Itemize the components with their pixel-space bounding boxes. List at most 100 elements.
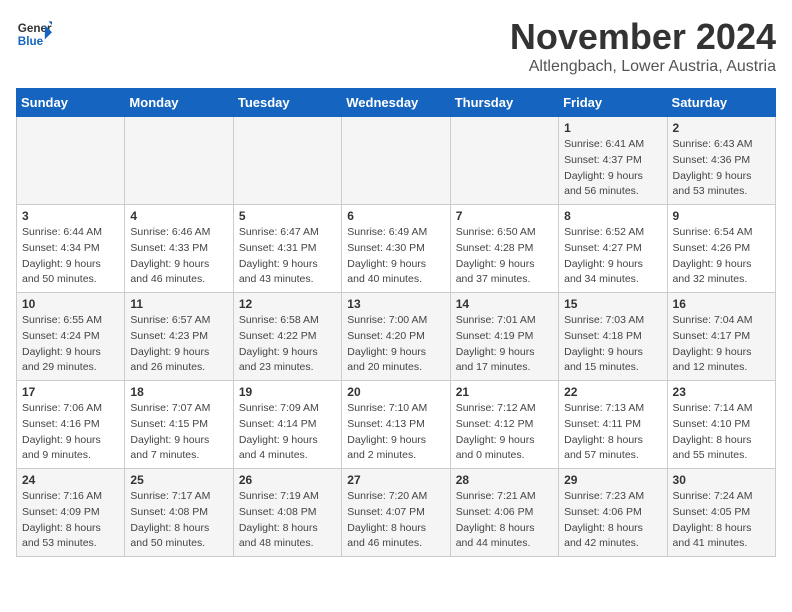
calendar-cell: 20 Sunrise: 7:10 AM Sunset: 4:13 PM Dayli… <box>342 381 450 469</box>
day-number: 12 <box>239 297 336 311</box>
calendar-cell: 15Sunrise: 7:03 AM Sunset: 4:18 PM Dayli… <box>559 293 667 381</box>
calendar-cell: 5 Sunrise: 6:47 AM Sunset: 4:31 PM Daylig… <box>233 205 341 293</box>
calendar-cell: 28 Sunrise: 7:21 AM Sunset: 4:06 PM Dayli… <box>450 469 558 557</box>
day-detail: Sunrise: 7:10 AM Sunset: 4:13 PM Dayligh… <box>347 401 444 464</box>
day-detail: Sunrise: 7:00 AM Sunset: 4:20 PM Dayligh… <box>347 313 444 376</box>
day-number: 17 <box>22 385 119 399</box>
month-title: November 2024 <box>510 16 776 58</box>
day-detail: Sunrise: 7:14 AM Sunset: 4:10 PM Dayligh… <box>673 401 770 464</box>
calendar-cell: 1Sunrise: 6:41 AM Sunset: 4:37 PM Daylig… <box>559 117 667 205</box>
calendar-cell <box>125 117 233 205</box>
calendar-cell: 29 Sunrise: 7:23 AM Sunset: 4:06 PM Dayli… <box>559 469 667 557</box>
calendar-cell: 26 Sunrise: 7:19 AM Sunset: 4:08 PM Dayli… <box>233 469 341 557</box>
day-number: 23 <box>673 385 770 399</box>
day-detail: Sunrise: 6:43 AM Sunset: 4:36 PM Dayligh… <box>673 137 770 200</box>
day-detail: Sunrise: 6:49 AM Sunset: 4:30 PM Dayligh… <box>347 225 444 288</box>
calendar-cell: 3 Sunrise: 6:44 AM Sunset: 4:34 PM Daylig… <box>17 205 125 293</box>
calendar-cell <box>450 117 558 205</box>
day-number: 6 <box>347 209 444 223</box>
day-detail: Sunrise: 7:21 AM Sunset: 4:06 PM Dayligh… <box>456 489 553 552</box>
page-header: General Blue November 2024 Altlengbach, … <box>16 16 776 76</box>
day-number: 11 <box>130 297 227 311</box>
calendar-cell: 8Sunrise: 6:52 AM Sunset: 4:27 PM Daylig… <box>559 205 667 293</box>
day-detail: Sunrise: 6:46 AM Sunset: 4:33 PM Dayligh… <box>130 225 227 288</box>
day-number: 16 <box>673 297 770 311</box>
calendar-cell: 22 Sunrise: 7:13 AM Sunset: 4:11 PM Dayli… <box>559 381 667 469</box>
calendar-cell: 27Sunrise: 7:20 AM Sunset: 4:07 PM Dayli… <box>342 469 450 557</box>
calendar-cell <box>17 117 125 205</box>
day-number: 30 <box>673 473 770 487</box>
calendar-cell: 16 Sunrise: 7:04 AM Sunset: 4:17 PM Dayli… <box>667 293 775 381</box>
day-detail: Sunrise: 7:16 AM Sunset: 4:09 PM Dayligh… <box>22 489 119 552</box>
day-number: 25 <box>130 473 227 487</box>
calendar-cell: 30 Sunrise: 7:24 AM Sunset: 4:05 PM Dayli… <box>667 469 775 557</box>
logo-icon: General Blue <box>16 16 52 52</box>
day-number: 21 <box>456 385 553 399</box>
calendar-cell <box>342 117 450 205</box>
calendar-cell: 7 Sunrise: 6:50 AM Sunset: 4:28 PM Daylig… <box>450 205 558 293</box>
calendar-cell: 18Sunrise: 7:07 AM Sunset: 4:15 PM Dayli… <box>125 381 233 469</box>
day-number: 24 <box>22 473 119 487</box>
day-detail: Sunrise: 7:23 AM Sunset: 4:06 PM Dayligh… <box>564 489 661 552</box>
svg-text:Blue: Blue <box>18 35 44 48</box>
title-area: November 2024 Altlengbach, Lower Austria… <box>510 16 776 76</box>
day-detail: Sunrise: 6:47 AM Sunset: 4:31 PM Dayligh… <box>239 225 336 288</box>
day-number: 20 <box>347 385 444 399</box>
day-detail: Sunrise: 7:24 AM Sunset: 4:05 PM Dayligh… <box>673 489 770 552</box>
calendar-cell: 9Sunrise: 6:54 AM Sunset: 4:26 PM Daylig… <box>667 205 775 293</box>
day-number: 22 <box>564 385 661 399</box>
location-title: Altlengbach, Lower Austria, Austria <box>510 58 776 76</box>
weekday-header: Tuesday <box>233 89 341 117</box>
day-number: 7 <box>456 209 553 223</box>
calendar-week-row: 10Sunrise: 6:55 AM Sunset: 4:24 PM Dayli… <box>17 293 776 381</box>
day-detail: Sunrise: 7:19 AM Sunset: 4:08 PM Dayligh… <box>239 489 336 552</box>
calendar-cell: 10Sunrise: 6:55 AM Sunset: 4:24 PM Dayli… <box>17 293 125 381</box>
logo: General Blue <box>16 16 52 52</box>
calendar-week-row: 24 Sunrise: 7:16 AM Sunset: 4:09 PM Dayli… <box>17 469 776 557</box>
day-number: 4 <box>130 209 227 223</box>
weekday-header: Saturday <box>667 89 775 117</box>
day-detail: Sunrise: 6:55 AM Sunset: 4:24 PM Dayligh… <box>22 313 119 376</box>
calendar-cell: 19Sunrise: 7:09 AM Sunset: 4:14 PM Dayli… <box>233 381 341 469</box>
day-detail: Sunrise: 7:12 AM Sunset: 4:12 PM Dayligh… <box>456 401 553 464</box>
day-detail: Sunrise: 6:54 AM Sunset: 4:26 PM Dayligh… <box>673 225 770 288</box>
calendar-cell: 4 Sunrise: 6:46 AM Sunset: 4:33 PM Daylig… <box>125 205 233 293</box>
day-number: 28 <box>456 473 553 487</box>
calendar-cell: 23 Sunrise: 7:14 AM Sunset: 4:10 PM Dayli… <box>667 381 775 469</box>
calendar-cell <box>233 117 341 205</box>
day-number: 2 <box>673 121 770 135</box>
calendar-cell: 14 Sunrise: 7:01 AM Sunset: 4:19 PM Dayli… <box>450 293 558 381</box>
weekday-header: Wednesday <box>342 89 450 117</box>
calendar-table: SundayMondayTuesdayWednesdayThursdayFrid… <box>16 88 776 557</box>
day-number: 26 <box>239 473 336 487</box>
calendar-cell: 11 Sunrise: 6:57 AM Sunset: 4:23 PM Dayli… <box>125 293 233 381</box>
calendar-cell: 12 Sunrise: 6:58 AM Sunset: 4:22 PM Dayli… <box>233 293 341 381</box>
day-detail: Sunrise: 6:58 AM Sunset: 4:22 PM Dayligh… <box>239 313 336 376</box>
day-number: 13 <box>347 297 444 311</box>
day-detail: Sunrise: 7:06 AM Sunset: 4:16 PM Dayligh… <box>22 401 119 464</box>
day-number: 5 <box>239 209 336 223</box>
calendar-header-row: SundayMondayTuesdayWednesdayThursdayFrid… <box>17 89 776 117</box>
day-detail: Sunrise: 6:44 AM Sunset: 4:34 PM Dayligh… <box>22 225 119 288</box>
day-detail: Sunrise: 7:17 AM Sunset: 4:08 PM Dayligh… <box>130 489 227 552</box>
calendar-week-row: 3 Sunrise: 6:44 AM Sunset: 4:34 PM Daylig… <box>17 205 776 293</box>
day-detail: Sunrise: 7:03 AM Sunset: 4:18 PM Dayligh… <box>564 313 661 376</box>
day-detail: Sunrise: 6:52 AM Sunset: 4:27 PM Dayligh… <box>564 225 661 288</box>
day-detail: Sunrise: 7:13 AM Sunset: 4:11 PM Dayligh… <box>564 401 661 464</box>
day-detail: Sunrise: 7:09 AM Sunset: 4:14 PM Dayligh… <box>239 401 336 464</box>
calendar-week-row: 1Sunrise: 6:41 AM Sunset: 4:37 PM Daylig… <box>17 117 776 205</box>
day-number: 1 <box>564 121 661 135</box>
day-detail: Sunrise: 7:04 AM Sunset: 4:17 PM Dayligh… <box>673 313 770 376</box>
day-number: 27 <box>347 473 444 487</box>
calendar-cell: 17 Sunrise: 7:06 AM Sunset: 4:16 PM Dayli… <box>17 381 125 469</box>
calendar-cell: 2 Sunrise: 6:43 AM Sunset: 4:36 PM Daylig… <box>667 117 775 205</box>
calendar-cell: 13 Sunrise: 7:00 AM Sunset: 4:20 PM Dayli… <box>342 293 450 381</box>
day-number: 18 <box>130 385 227 399</box>
day-detail: Sunrise: 7:01 AM Sunset: 4:19 PM Dayligh… <box>456 313 553 376</box>
calendar-cell: 25 Sunrise: 7:17 AM Sunset: 4:08 PM Dayli… <box>125 469 233 557</box>
day-number: 3 <box>22 209 119 223</box>
day-detail: Sunrise: 6:57 AM Sunset: 4:23 PM Dayligh… <box>130 313 227 376</box>
day-number: 14 <box>456 297 553 311</box>
day-detail: Sunrise: 6:50 AM Sunset: 4:28 PM Dayligh… <box>456 225 553 288</box>
day-number: 29 <box>564 473 661 487</box>
